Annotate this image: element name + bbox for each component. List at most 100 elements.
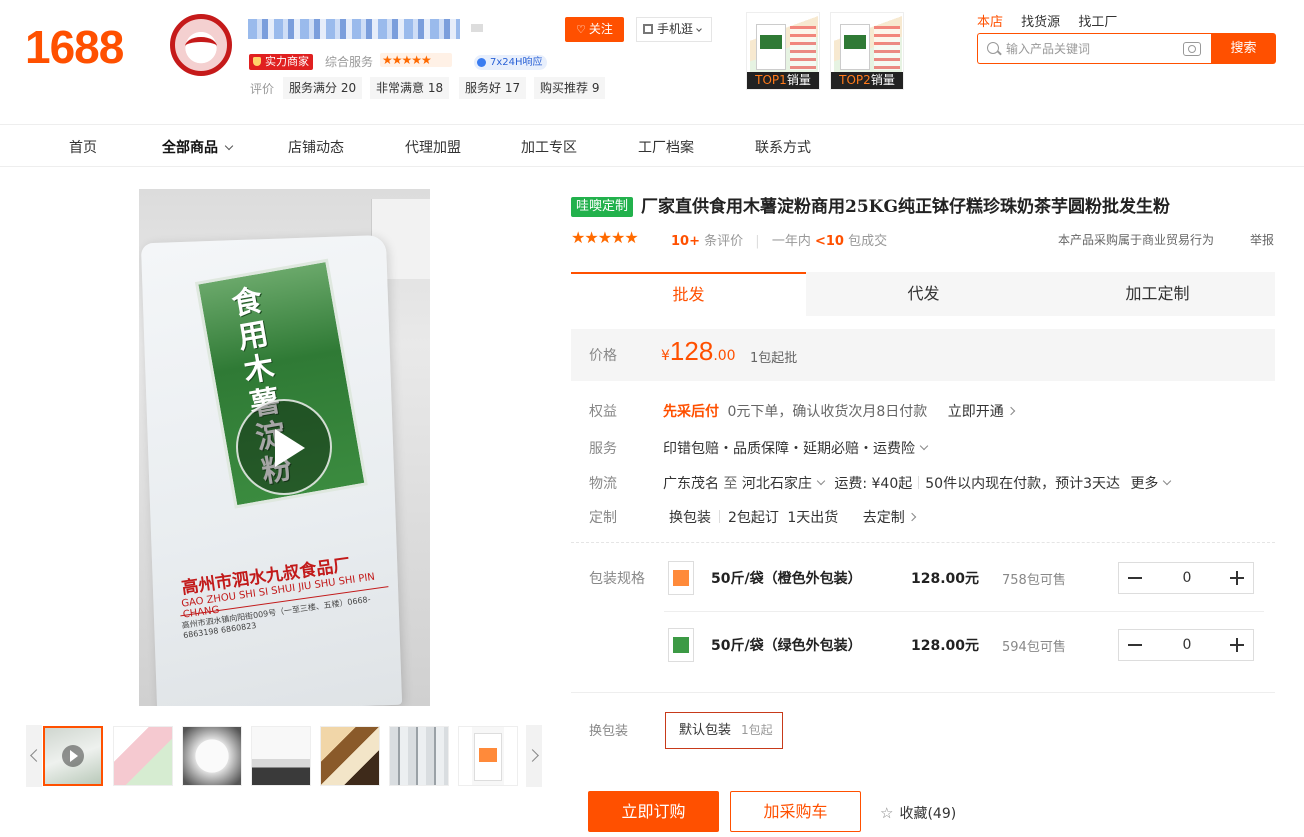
favorite-button[interactable]: ☆ 收藏(49) [880, 803, 956, 823]
nav-factory-profile[interactable]: 工厂档案 [638, 137, 694, 157]
shipping-fee: 运费: ¥40起 [834, 476, 913, 492]
rating-chip: 服务好 17 [459, 77, 527, 99]
search-tab-source[interactable]: 找货源 [1021, 15, 1060, 30]
quantity-stepper: 0 [1118, 629, 1254, 661]
thumbnail[interactable] [182, 726, 242, 786]
packaging-label: 换包装 [589, 724, 629, 739]
nav-all-products[interactable]: 全部商品 [162, 137, 234, 157]
review-count[interactable]: 10+ [671, 234, 700, 249]
sold-count: <10 [814, 234, 844, 249]
report-link[interactable]: 举报 [1250, 231, 1274, 248]
sku-price: 128.00元 [911, 638, 980, 654]
response-badge: 7x24H响应 [474, 55, 547, 70]
site-logo[interactable]: 1688 [25, 20, 124, 74]
search-box [977, 33, 1212, 64]
search-icon [987, 42, 999, 54]
quantity-input[interactable]: 0 [1151, 630, 1223, 660]
product-image [750, 16, 818, 74]
minus-button[interactable] [1119, 563, 1151, 593]
nav-agency[interactable]: 代理加盟 [405, 137, 461, 157]
plus-button[interactable] [1221, 630, 1253, 660]
thumbnail[interactable] [320, 726, 380, 786]
follow-button[interactable]: ♡ 关注 [565, 17, 624, 42]
nav-shop-news[interactable]: 店铺动态 [288, 137, 344, 157]
price-box: 价格 ¥128.00 1包起批 [571, 329, 1275, 381]
mobile-browse-button[interactable]: 手机逛 [636, 17, 712, 42]
search-button[interactable]: 搜索 [1211, 33, 1276, 64]
video-play-icon[interactable] [236, 399, 332, 495]
thumbnail-video[interactable] [43, 726, 103, 786]
star-outline-icon: ☆ [880, 804, 894, 822]
rating-chip: 购买推荐 9 [534, 77, 606, 99]
tab-wholesale[interactable]: 批发 [571, 272, 806, 316]
power-merchant-badge: 实力商家 [249, 54, 313, 70]
chevron-right-icon [907, 512, 916, 522]
minus-button[interactable] [1119, 630, 1151, 660]
go-customize-link[interactable]: 去定制 [863, 510, 916, 526]
sku-row: 50斤/袋（绿色外包装） 128.00元 594包可售 0 [664, 614, 1264, 676]
rating-chip: 非常满意 18 [370, 77, 450, 99]
sku-stock: 758包可售 [1002, 573, 1066, 588]
shop-name-tail [471, 24, 483, 32]
qr-code-icon [643, 24, 653, 34]
sku-row: 50斤/袋（橙色外包装） 128.00元 758包可售 0 [664, 547, 1264, 609]
play-icon [62, 745, 84, 767]
sku-stock: 594包可售 [1002, 640, 1066, 655]
nav-home[interactable]: 首页 [69, 137, 97, 157]
custom-option: 换包装 [669, 510, 711, 526]
search-input[interactable] [1006, 40, 1171, 58]
min-order-qty: 1包起批 [750, 351, 798, 366]
chevron-down-icon [224, 141, 234, 151]
chevron-down-icon [816, 476, 826, 486]
nav-contact[interactable]: 联系方式 [755, 137, 811, 157]
search-tab-store[interactable]: 本店 [977, 15, 1003, 30]
thumbnail-next-arrow[interactable] [526, 725, 542, 787]
activate-link[interactable]: 立即开通 [948, 404, 1015, 420]
thumbnail[interactable] [458, 726, 518, 786]
rating-label: 评价 [250, 82, 275, 96]
add-to-cart-button[interactable]: 加采购车 [730, 791, 861, 832]
quantity-input[interactable]: 0 [1151, 563, 1223, 593]
tab-custom-processing[interactable]: 加工定制 [1040, 272, 1275, 316]
service-stars: ★★★★★ [380, 53, 452, 67]
pay-later-tag: 先采后付 [663, 404, 719, 420]
sku-thumbnail[interactable] [668, 561, 694, 595]
top-seller-item-1[interactable]: TOP1销量 [746, 12, 820, 90]
search-tab-factory[interactable]: 找工厂 [1078, 15, 1117, 30]
shop-header: 1688 实力商家 综合服务 ★★★★★ 7x24H响应 评价 服务满分 20 … [0, 0, 1304, 125]
nav-processing[interactable]: 加工专区 [521, 137, 577, 157]
buy-now-button[interactable]: 立即订购 [588, 791, 719, 832]
camera-icon[interactable] [1183, 42, 1201, 56]
delivery-estimate: 50件以内现在付款，预计3天达 [925, 476, 1120, 492]
tab-dropship[interactable]: 代发 [806, 272, 1041, 316]
shop-name-blurred[interactable] [248, 19, 460, 39]
review-summary: 10+ 条评价 | 一年内 <10 包成交 [671, 234, 888, 249]
packaging-option-default[interactable]: 默认包装 1包起 [665, 712, 783, 749]
heart-icon: ♡ [576, 23, 586, 36]
shop-logo[interactable] [170, 14, 232, 76]
shop-nav: 首页 全部商品 店铺动态 代理加盟 加工专区 工厂档案 联系方式 [0, 125, 1304, 167]
thumbnail[interactable] [389, 726, 449, 786]
product-image [834, 16, 902, 74]
thumbnail-prev-arrow[interactable] [26, 725, 42, 787]
search-scope-tabs: 本店 找货源 找工厂 [977, 11, 1131, 30]
top-rank-tag: TOP2销量 [831, 72, 903, 89]
sku-thumbnail[interactable] [668, 628, 694, 662]
destination-select[interactable]: 河北石家庄 [742, 476, 826, 492]
thumbnail[interactable] [251, 726, 311, 786]
custom-badge: 哇噢定制 [571, 197, 634, 217]
sku-price: 128.00元 [911, 571, 980, 587]
rating-stars: ★★★★★ [571, 228, 639, 247]
top-rank-tag: TOP1销量 [747, 72, 819, 89]
plus-button[interactable] [1221, 563, 1253, 593]
top-seller-item-2[interactable]: TOP2销量 [830, 12, 904, 90]
price-value: ¥128.00 [661, 336, 736, 366]
chevron-right-icon [1006, 406, 1015, 416]
chevron-down-icon [696, 26, 702, 32]
more-logistics[interactable]: 更多 [1130, 476, 1172, 492]
rating-chip: 服务满分 20 [283, 77, 363, 99]
product-title: 厂家直供食用木薯淀粉商用25KG纯正钵仔糕珍珠奶茶芋圆粉批发生粉 [641, 197, 1170, 217]
thumbnail[interactable] [113, 726, 173, 786]
price-label: 价格 [589, 348, 617, 364]
service-guarantees[interactable]: 印错包赔・品质保障・延期必赔・运费险 [663, 438, 929, 458]
